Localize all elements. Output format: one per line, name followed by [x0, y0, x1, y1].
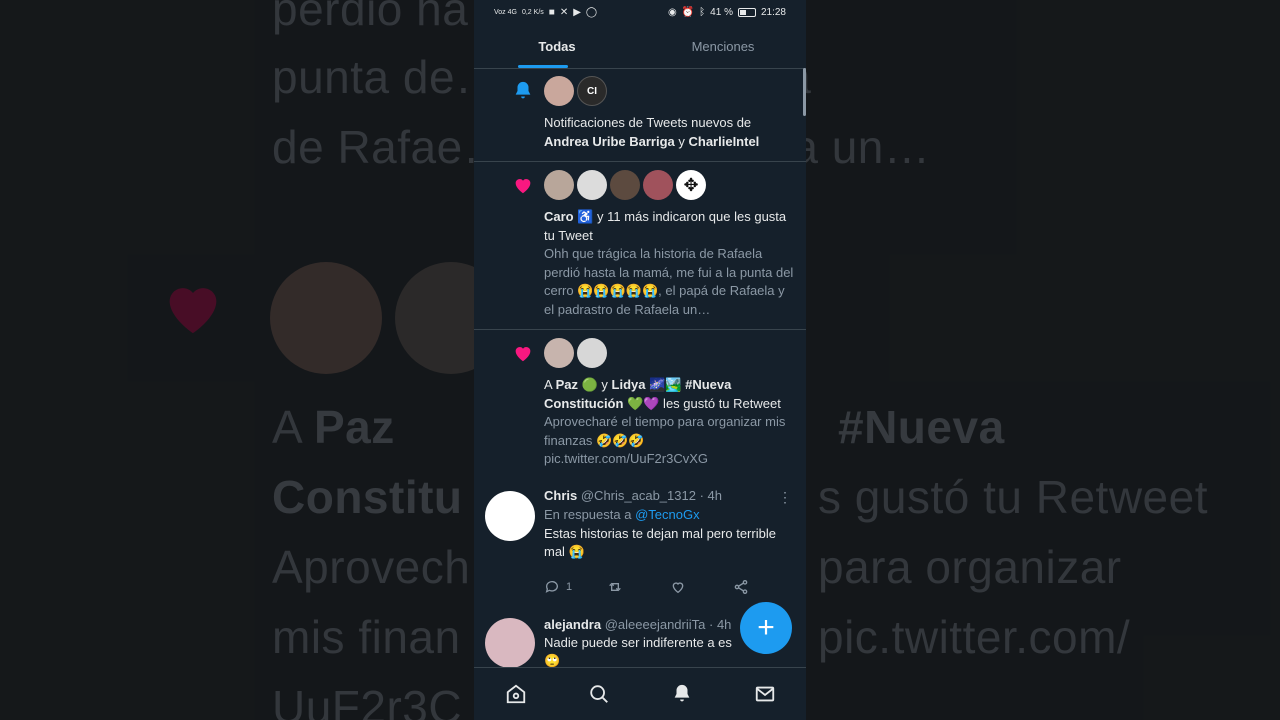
notification-text: A Paz 🟢 y Lidya 🌌🏞️ #Nueva Constitución …: [544, 377, 781, 411]
reply-count: 1: [566, 580, 573, 593]
reply-button[interactable]: 1: [544, 579, 607, 595]
heart-icon: [515, 347, 531, 362]
tweet-actions: 1: [544, 576, 796, 598]
reply-context: En respuesta a @TecnoGx: [544, 506, 700, 522]
tab-todas-label: Todas: [538, 38, 576, 54]
nav-home[interactable]: [503, 681, 529, 707]
tweet-time: · 4h: [709, 616, 732, 632]
nav-messages[interactable]: [752, 681, 778, 707]
nav-notifications[interactable]: [669, 681, 695, 707]
list-item[interactable]: A Paz 🟢 y Lidya 🌌🏞️ #Nueva Constitución …: [474, 330, 806, 479]
carrier-label: Voz 4G: [494, 8, 517, 16]
avatar[interactable]: [544, 170, 574, 200]
avatar[interactable]: [643, 170, 673, 200]
youtube-icon: ▶: [573, 6, 581, 18]
mail-icon: [755, 686, 774, 702]
avatar-group: CI: [544, 76, 796, 106]
reply-icon: [545, 580, 558, 593]
list-item[interactable]: CI Notificaciones de Tweets nuevos de An…: [474, 68, 806, 162]
notification-tabs: Todas Menciones: [474, 24, 806, 69]
avatar[interactable]: [544, 338, 574, 368]
tweet[interactable]: ⋮ Chris @Chris_acab_1312 · 4h En respues…: [474, 479, 806, 604]
nav-search[interactable]: [586, 681, 612, 707]
avatar-group: [544, 338, 796, 368]
camera-icon: ■: [548, 6, 555, 18]
avatar[interactable]: CI: [577, 76, 607, 106]
search-icon: [589, 685, 608, 703]
bluetooth-icon: ᛒ: [699, 6, 706, 18]
avatar[interactable]: [485, 490, 535, 541]
status-bar: Voz 4G 0,2 K/s ■ ✕ ▶ ◯ ◉ ⏰ ᛒ 41 % 21:28: [474, 0, 806, 24]
notification-text: Notificaciones de Tweets nuevos de Andre…: [544, 115, 760, 149]
clock: 21:28: [760, 6, 786, 18]
avatar-group: ✥: [544, 170, 796, 200]
avatar[interactable]: ✥: [676, 170, 706, 200]
notification-text: Caro ♿ y 11 más indicaron que les gusta …: [544, 209, 787, 243]
reply-to-link[interactable]: @TecnoGx: [635, 507, 700, 522]
tab-menciones-label: Menciones: [691, 38, 755, 54]
tweet-header: Chris @Chris_acab_1312 · 4h: [544, 487, 796, 505]
circle-icon: ◯: [585, 6, 598, 18]
tab-todas[interactable]: Todas: [474, 24, 640, 68]
heart-outline-icon: [672, 581, 684, 593]
share-button[interactable]: [733, 579, 796, 595]
phone-screen: Voz 4G 0,2 K/s ■ ✕ ▶ ◯ ◉ ⏰ ᛒ 41 % 21:28 …: [474, 0, 806, 720]
battery-icon: [737, 7, 756, 17]
retweet-button[interactable]: [607, 579, 670, 595]
compose-tweet-button[interactable]: +: [740, 602, 792, 654]
avatar[interactable]: [610, 170, 640, 200]
list-item[interactable]: ✥ Caro ♿ y 11 más indicaron que les gust…: [474, 162, 806, 330]
tweet-author-name: alejandra: [544, 616, 602, 632]
avatar[interactable]: [577, 338, 607, 368]
avatar[interactable]: [577, 170, 607, 200]
tweet-preview: Aprovecharé el tiempo para organizar mis…: [544, 414, 786, 466]
bell-icon: [515, 81, 531, 99]
more-options-icon[interactable]: ⋮: [778, 489, 792, 506]
notification-feed: CI Notificaciones de Tweets nuevos de An…: [474, 68, 806, 668]
home-icon: [506, 684, 525, 704]
plus-icon: +: [757, 611, 775, 644]
tweet-author-handle: @aleeeejandriiTa: [604, 616, 706, 632]
heart-icon: [515, 179, 531, 194]
tweet-body: Estas historias te dejan mal pero terrib…: [544, 525, 776, 560]
tab-menciones[interactable]: Menciones: [640, 24, 806, 68]
tweet-author-handle: @Chris_acab_1312: [580, 487, 696, 503]
battery-percent: 41 %: [710, 6, 733, 18]
share-icon: [734, 579, 748, 594]
bell-icon: [674, 684, 689, 702]
avatar[interactable]: [485, 617, 535, 668]
retweet-icon: [609, 582, 621, 591]
x-icon: ✕: [559, 6, 569, 18]
tweet-time: · 4h: [699, 487, 722, 503]
alarm-icon: ⏰: [681, 6, 695, 18]
avatar[interactable]: [544, 76, 574, 106]
like-button[interactable]: [670, 579, 733, 595]
bottom-navigation: [474, 667, 806, 720]
tweet-preview: Ohh que trágica la historia de Rafaela p…: [544, 246, 794, 317]
tweet-author-name: Chris: [544, 487, 578, 503]
network-speed: 0,2 K/s: [521, 8, 544, 16]
eye-icon: ◉: [667, 6, 677, 18]
